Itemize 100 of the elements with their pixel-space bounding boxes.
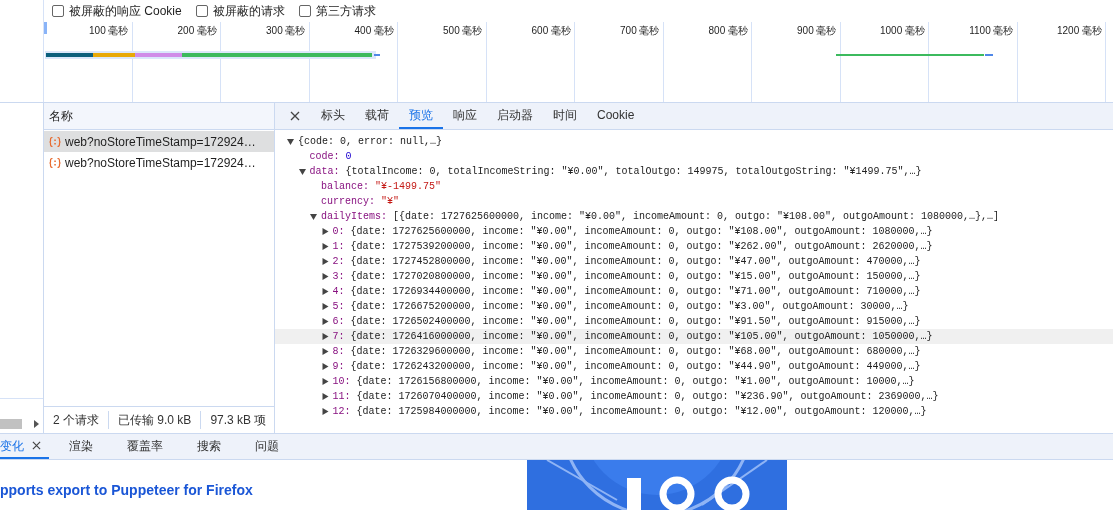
- property-key: data:: [309, 164, 340, 179]
- expand-icon[interactable]: [321, 408, 329, 415]
- checkbox-label[interactable]: 被屏蔽的响应 Cookie: [69, 2, 182, 20]
- property-key: 12:: [332, 404, 351, 419]
- property-key: code:: [309, 149, 340, 164]
- expand-icon[interactable]: [321, 318, 329, 325]
- checkbox[interactable]: [52, 5, 64, 17]
- property-value: "¥-1499.75": [375, 180, 442, 194]
- drawer-tab[interactable]: 覆盖率: [127, 436, 163, 455]
- property-key: 11:: [332, 389, 351, 404]
- expand-icon[interactable]: [321, 393, 329, 400]
- collapse-icon[interactable]: [310, 213, 317, 220]
- status-text: 2 个请求: [52, 412, 100, 429]
- property-key: 4:: [332, 284, 345, 299]
- tree-row-highlight[interactable]: 11: {date: 1726070400000, income: "¥0.00", incomeAmount: 0, outgo: "¥236.90", outgoAmount: 2369000,…}: [275, 389, 1113, 404]
- checkbox-label[interactable]: 第三方请求: [315, 2, 376, 20]
- tree-row-highlight[interactable]: 5: {date: 1726675200000, income: "¥0.00", incomeAmount: 0, outgo: "¥3.00", outgoAmount: 30000,…}: [275, 299, 1113, 314]
- property-key: currency:: [321, 194, 375, 209]
- tree-row-highlight[interactable]: 8: {date: 1726329600000, income: "¥0.00", incomeAmount: 0, outgo: "¥68.00", outgoAmount: 680000,…}: [275, 344, 1113, 359]
- property-key: balance:: [321, 179, 369, 194]
- object-preview: {date: 1726675200000, income: "¥0.00", incomeAmount: 0, outgo: "¥3.00", outgoAmount: 30000,…}: [350, 300, 909, 314]
- tree-row-highlight[interactable]: 9: {date: 1726243200000, income: "¥0.00", incomeAmount: 0, outgo: "¥44.90", outgoAmount: 449000,…}: [275, 359, 1113, 374]
- property-key: 3:: [332, 269, 345, 284]
- checkbox[interactable]: [298, 5, 311, 17]
- tick-label: 1200 毫秒: [1056, 25, 1102, 37]
- property-key: 7:: [332, 329, 345, 344]
- object-preview: {code: 0, error: null,…}: [298, 135, 443, 149]
- tree-row-highlight[interactable]: 2: {date: 1727452800000, income: "¥0.00", incomeAmount: 0, outgo: "¥47.00", outgoAmount: 470000,…}: [275, 254, 1113, 269]
- expand-icon[interactable]: [321, 303, 329, 310]
- property-key: 10:: [332, 374, 351, 389]
- tab[interactable]: 时间: [543, 103, 587, 129]
- tick-label: 300 毫秒: [266, 25, 306, 37]
- tick-label: 200 毫秒: [177, 25, 217, 37]
- property-key: 9:: [332, 359, 345, 374]
- drawer-tab[interactable]: 变化: [0, 436, 24, 455]
- status-text: 已传输 9.0 kB: [108, 411, 201, 429]
- object-preview: {date: 1727020800000, income: "¥0.00", incomeAmount: 0, outgo: "¥15.00", outgoAmount: 150000,…}: [350, 270, 921, 284]
- collapse-icon[interactable]: [287, 138, 294, 145]
- expand-icon[interactable]: [321, 243, 329, 250]
- tick-label: 1000 毫秒: [879, 25, 925, 37]
- tick-label: 900 毫秒: [797, 25, 837, 37]
- tree-row-highlight[interactable]: 0: {date: 1727625600000, income: "¥0.00", incomeAmount: 0, outgo: "¥108.00", outgoAmount: 1080000,…}: [275, 224, 1113, 239]
- tick-label: 700 毫秒: [620, 25, 660, 37]
- property-key: 1:: [332, 239, 345, 254]
- braces-icon: [49, 157, 61, 168]
- tree-row-highlight[interactable]: 3: {date: 1727020800000, income: "¥0.00", incomeAmount: 0, outgo: "¥15.00", outgoAmount: 150000,…}: [275, 269, 1113, 284]
- tree-row-highlight[interactable]: 10: {date: 1726156800000, income: "¥0.00", incomeAmount: 0, outgo: "¥1.00", outgoAmount: 10000,…}: [275, 374, 1113, 389]
- object-preview: {date: 1727539200000, income: "¥0.00", incomeAmount: 0, outgo: "¥262.00", outgoAmount: 2620000,…}: [350, 240, 933, 254]
- tab[interactable]: Cookie: [587, 103, 645, 129]
- object-preview: [{date: 1727625600000, income: "¥0.00", incomeAmount: 0, outgo: "¥108.00", outgoAmount: 1080000,…},…]: [393, 210, 1000, 224]
- tree-row-highlight[interactable]: 4: {date: 1726934400000, income: "¥0.00", incomeAmount: 0, outgo: "¥71.00", outgoAmount: 710000,…}: [275, 284, 1113, 299]
- object-preview: {date: 1726329600000, income: "¥0.00", incomeAmount: 0, outgo: "¥68.00", outgoAmount: 680000,…}: [350, 345, 921, 359]
- object-preview: {totalIncome: 0, totalIncomeString: "¥0.00", totalOutgo: 149975, totalOutgoString: "¥1499.75",…}: [345, 165, 922, 179]
- close-button[interactable]: [32, 441, 41, 450]
- drawer-tab[interactable]: 渲染: [69, 436, 93, 455]
- expand-icon[interactable]: [321, 333, 329, 340]
- expand-icon[interactable]: [321, 288, 329, 295]
- object-preview: {date: 1726416000000, income: "¥0.00", incomeAmount: 0, outgo: "¥105.00", outgoAmount: 1050000,…}: [350, 330, 933, 344]
- scroll-right-icon[interactable]: [34, 420, 39, 428]
- property-key: 2:: [332, 254, 345, 269]
- tab[interactable]: 响应: [443, 103, 487, 129]
- expand-icon[interactable]: [321, 273, 329, 280]
- tick-label: 100 毫秒: [89, 25, 129, 37]
- tick-label: 800 毫秒: [708, 25, 748, 37]
- scrollbar-thumb[interactable]: [0, 419, 22, 429]
- property-key: dailyItems:: [321, 209, 387, 224]
- checkbox-label[interactable]: 被屏蔽的请求: [212, 2, 285, 20]
- tree-row-highlight[interactable]: 7: {date: 1726416000000, income: "¥0.00", incomeAmount: 0, outgo: "¥105.00", outgoAmount: 1050000,…}: [275, 329, 1113, 344]
- expand-icon[interactable]: [321, 348, 329, 355]
- tree-row-highlight[interactable]: 12: {date: 1725984000000, income: "¥0.00", incomeAmount: 0, outgo: "¥12.00", outgoAmount: 120000,…}: [275, 404, 1113, 419]
- expand-icon[interactable]: [321, 258, 329, 265]
- tab[interactable]: 标头: [311, 103, 355, 129]
- tab[interactable]: 启动器: [487, 103, 543, 129]
- tick-label: 1100 毫秒: [969, 25, 1014, 37]
- property-value: "¥": [381, 195, 400, 209]
- request-row[interactable]: web?noStoreTimeStamp=172924…: [44, 131, 274, 152]
- collapse-icon[interactable]: [298, 168, 306, 175]
- object-preview: {date: 1727625600000, income: "¥0.00", incomeAmount: 0, outgo: "¥108.00", outgoAmount: 1080000,…}: [350, 225, 933, 239]
- tree-row-highlight[interactable]: 6: {date: 1726502400000, income: "¥0.00", incomeAmount: 0, outgo: "¥91.50", outgoAmount: 915000,…}: [275, 314, 1113, 329]
- expand-icon[interactable]: [321, 363, 329, 370]
- property-key: 0:: [332, 224, 345, 239]
- object-preview: {date: 1726934400000, income: "¥0.00", incomeAmount: 0, outgo: "¥71.00", outgoAmount: 710000,…}: [350, 285, 921, 299]
- braces-icon: [49, 136, 61, 147]
- article-link[interactable]: pports export to Puppeteer for Firefox: [0, 482, 253, 498]
- tab[interactable]: 载荷: [355, 103, 399, 129]
- object-preview: {date: 1726243200000, income: "¥0.00", incomeAmount: 0, outgo: "¥44.90", outgoAmount: 449000,…}: [350, 360, 921, 374]
- tick-label: 600 毫秒: [531, 25, 571, 37]
- expand-icon[interactable]: [321, 378, 329, 385]
- property-key: 6:: [332, 314, 345, 329]
- request-row[interactable]: web?noStoreTimeStamp=172924…: [44, 152, 274, 173]
- property-key: 8:: [332, 344, 345, 359]
- column-header[interactable]: 名称: [44, 103, 274, 130]
- expand-icon[interactable]: [321, 228, 329, 235]
- tab[interactable]: 预览: [399, 103, 443, 129]
- tick-label: 400 毫秒: [354, 25, 394, 37]
- tree-row-highlight[interactable]: 1: {date: 1727539200000, income: "¥0.00", incomeAmount: 0, outgo: "¥262.00", outgoAmount: 2620000,…}: [275, 239, 1113, 254]
- drawer-tab[interactable]: 问题: [255, 436, 279, 455]
- drawer-tab[interactable]: 搜索: [197, 436, 221, 455]
- object-preview: {date: 1726156800000, income: "¥0.00", incomeAmount: 0, outgo: "¥1.00", outgoAmount: 10000,…}: [356, 375, 915, 389]
- checkbox[interactable]: [195, 5, 208, 17]
